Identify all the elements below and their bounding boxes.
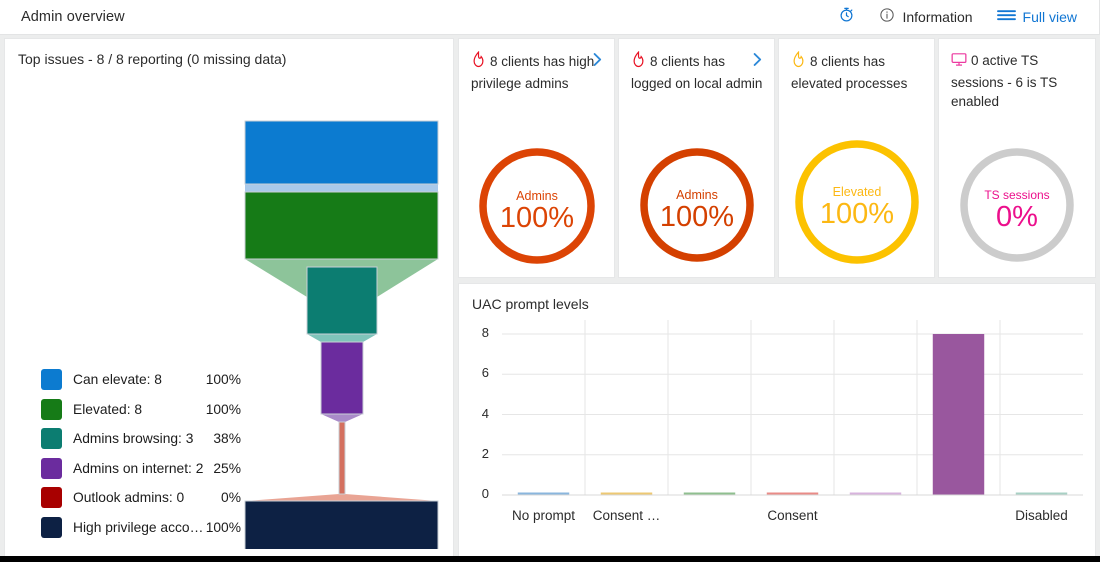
legend-label: Admins browsing: 3 <box>73 431 194 447</box>
uac-chart-title: UAC prompt levels <box>472 296 589 312</box>
legend-percent: 100% <box>205 401 241 417</box>
kpi-header: 8 clients has high privilege admins <box>459 39 614 93</box>
legend-item[interactable]: Can elevate: 8 100% <box>41 365 241 395</box>
legend-item[interactable]: Elevated: 8 100% <box>41 395 241 425</box>
legend-percent: 0% <box>221 490 241 506</box>
kpi-card-high-privilege-admins[interactable]: 8 clients has high privilege admins Admin… <box>458 38 615 278</box>
page-title: Admin overview <box>21 9 125 25</box>
legend-item[interactable]: Admins on internet: 2 25% <box>41 454 241 484</box>
legend-item[interactable]: Outlook admins: 0 0% <box>41 483 241 513</box>
hamburger-menu-icon <box>996 8 1016 27</box>
funnel-legend: Can elevate: 8 100% Elevated: 8 100% Admins … <box>41 365 241 542</box>
chevron-right-icon[interactable] <box>591 51 604 73</box>
legend-item[interactable]: Admins browsing: 3 38% <box>41 424 241 454</box>
uac-prompt-levels-panel: UAC prompt levels 0 2 4 6 8 No prompt Consent … <box>458 283 1096 557</box>
info-circle-icon <box>879 7 895 28</box>
funnel-segment[interactable] <box>320 341 364 415</box>
kpi-donut[interactable]: Admins 100% <box>619 145 774 265</box>
bottom-bar <box>0 556 1100 562</box>
kpi-header: 8 clients has elevated processes <box>779 39 934 93</box>
funnel-segment[interactable] <box>244 120 439 185</box>
legend-item[interactable]: High privilege acco… 100% <box>41 513 241 543</box>
funnel-segment[interactable] <box>321 414 363 422</box>
legend-percent: 100% <box>205 519 241 535</box>
kpi-text: 8 clients has high privilege admins <box>471 50 603 93</box>
funnel-segment[interactable] <box>244 500 439 549</box>
svg-text:100%: 100% <box>659 201 733 233</box>
kpi-donut[interactable]: TS sessions 0% <box>939 145 1095 265</box>
svg-text:Admins: Admins <box>676 188 718 202</box>
kpi-header: 0 active TS sessions - 6 is TS enabled <box>939 39 1095 112</box>
x-axis-tick: Disabled <box>1015 508 1068 523</box>
kpi-text: 8 clients has logged on local admin <box>631 50 763 93</box>
donut-gauge: Admins100% <box>478 148 595 264</box>
legend-swatch <box>41 428 62 450</box>
svg-text:Admins: Admins <box>516 189 558 203</box>
funnel-segment[interactable] <box>245 184 438 192</box>
flame-icon <box>471 50 486 74</box>
stopwatch-icon <box>838 6 855 28</box>
flame-icon <box>631 50 646 74</box>
legend-label: Outlook admins: 0 <box>73 490 185 506</box>
full-view-label: Full view <box>1022 9 1077 25</box>
y-axis-tick: 8 <box>481 325 489 340</box>
full-view-button[interactable]: Full view <box>985 0 1089 34</box>
svg-text:100%: 100% <box>819 198 893 230</box>
x-axis-tick: Consent <box>767 508 818 523</box>
chevron-right-icon[interactable] <box>751 51 764 73</box>
x-axis-tick: Consent … <box>592 508 661 523</box>
donut-gauge: TS sessions0% <box>960 148 1074 262</box>
top-issues-panel: Top issues - 8 / 8 reporting (0 missing … <box>4 38 454 557</box>
uac-bar-chart[interactable]: 0 2 4 6 8 No prompt Consent … Consent Disabled <box>459 317 1097 558</box>
kpi-donut[interactable]: Admins 100% <box>459 145 614 267</box>
kpi-message: 8 clients has logged on local admin <box>631 54 763 91</box>
y-axis-tick: 2 <box>481 445 489 461</box>
legend-label: Elevated: 8 <box>73 401 143 417</box>
legend-label: Admins on internet: 2 <box>73 460 204 476</box>
legend-percent: 25% <box>213 460 241 476</box>
legend-label: High privilege acco… <box>73 519 204 535</box>
kpi-card-logged-on-local-admin[interactable]: 8 clients has logged on local admin Admin… <box>618 38 775 278</box>
kpi-header: 8 clients has logged on local admin <box>619 39 774 93</box>
kpi-message: 8 clients has high privilege admins <box>471 54 595 91</box>
app-header: Admin overview Information Full view <box>0 0 1100 35</box>
header-actions: Information Full view <box>826 0 1099 34</box>
y-axis-tick: 4 <box>481 405 489 421</box>
svg-text:0%: 0% <box>996 201 1038 233</box>
donut-gauge: Elevated100% <box>794 140 919 264</box>
flame-icon <box>791 50 806 74</box>
monitor-icon <box>951 52 967 73</box>
y-axis-tick: 6 <box>481 365 489 381</box>
legend-swatch <box>41 516 62 538</box>
legend-swatch <box>41 369 62 391</box>
legend-percent: 38% <box>213 431 241 447</box>
y-axis-tick: 0 <box>481 486 489 501</box>
funnel-segment[interactable] <box>338 421 346 495</box>
donut-gauge: Admins100% <box>639 148 754 262</box>
timer-button[interactable] <box>826 0 867 34</box>
funnel-segment[interactable] <box>244 191 439 260</box>
svg-text:Elevated: Elevated <box>832 185 881 199</box>
kpi-card-elevated-processes[interactable]: 8 clients has elevated processes Elevated… <box>778 38 935 278</box>
information-button[interactable]: Information <box>867 0 984 34</box>
svg-text:100%: 100% <box>499 202 573 234</box>
kpi-card-ts-sessions[interactable]: 0 active TS sessions - 6 is TS enabled TS… <box>938 38 1096 278</box>
legend-swatch <box>41 487 62 509</box>
kpi-message: 8 clients has elevated processes <box>791 54 908 91</box>
top-issues-title: Top issues - 8 / 8 reporting (0 missing … <box>18 51 287 67</box>
legend-swatch <box>41 457 62 479</box>
legend-label: Can elevate: 8 <box>73 372 162 388</box>
kpi-text: 0 active TS sessions - 6 is TS enabled <box>951 51 1084 112</box>
information-label: Information <box>902 9 973 25</box>
funnel-segment[interactable] <box>245 494 438 501</box>
funnel-segment[interactable] <box>307 334 377 342</box>
kpi-donut[interactable]: Elevated 100% <box>779 137 934 267</box>
svg-text:TS sessions: TS sessions <box>984 188 1049 202</box>
legend-swatch <box>41 398 62 420</box>
kpi-text: 8 clients has elevated processes <box>791 50 923 93</box>
admin-overview-page: Admin overview Information Full view Top… <box>0 0 1100 562</box>
funnel-segment[interactable] <box>306 266 378 335</box>
legend-percent: 100% <box>205 372 241 388</box>
bar[interactable] <box>932 334 985 495</box>
